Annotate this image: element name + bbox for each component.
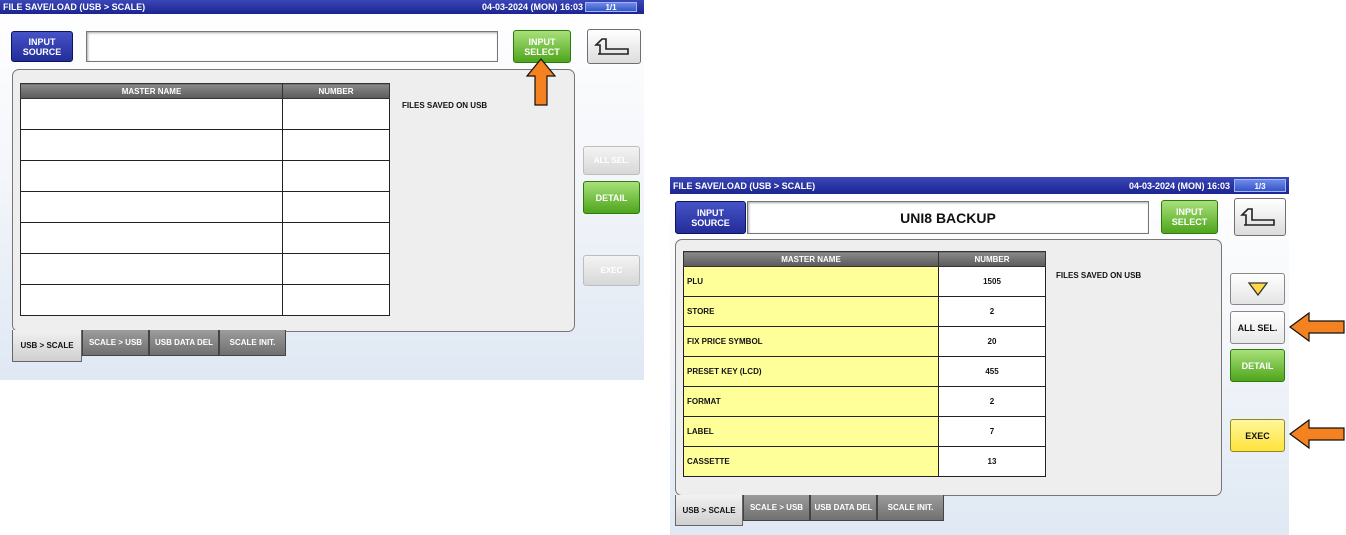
input-source-field[interactable] bbox=[86, 31, 498, 62]
orange-arrow-icon bbox=[1289, 419, 1345, 449]
table-row[interactable] bbox=[20, 222, 390, 254]
screen-usb-backup-list: FILE SAVE/LOAD (USB > SCALE) 04-03-2024 … bbox=[670, 177, 1289, 535]
window-title: FILE SAVE/LOAD (USB > SCALE) bbox=[3, 2, 146, 12]
master-name-cell bbox=[20, 191, 283, 223]
number-cell: 7 bbox=[938, 416, 1046, 447]
tab-scale-to-usb[interactable]: SCALE > USB bbox=[743, 495, 810, 521]
number-cell bbox=[282, 284, 390, 316]
all-select-button[interactable]: ALL SEL. bbox=[583, 146, 640, 175]
number-cell bbox=[282, 129, 390, 161]
tab-usb-data-del[interactable]: USB DATA DEL bbox=[149, 330, 219, 356]
number-cell bbox=[282, 160, 390, 192]
master-table: MASTER NAME NUMBER bbox=[20, 83, 390, 316]
table-row[interactable] bbox=[20, 253, 390, 285]
input-source-label: INPUT SOURCE bbox=[11, 31, 73, 62]
detail-button[interactable]: DETAIL bbox=[1230, 349, 1285, 382]
table-row[interactable]: FIX PRICE SYMBOL 20 bbox=[683, 326, 1046, 357]
page-indicator: 1/3 bbox=[1234, 179, 1286, 192]
number-cell bbox=[282, 222, 390, 254]
table-row[interactable] bbox=[20, 160, 390, 192]
exec-button[interactable]: EXEC bbox=[1230, 419, 1285, 452]
table-row[interactable]: FORMAT 2 bbox=[683, 386, 1046, 417]
triangle-down-icon bbox=[1247, 282, 1268, 297]
number-cell: 13 bbox=[938, 446, 1046, 477]
back-button[interactable] bbox=[1234, 198, 1286, 236]
column-header-number: NUMBER bbox=[938, 251, 1046, 267]
column-header-number: NUMBER bbox=[282, 83, 390, 99]
return-arrow-icon bbox=[594, 37, 629, 55]
master-name-cell bbox=[20, 284, 283, 316]
table-row[interactable] bbox=[20, 98, 390, 130]
back-button[interactable] bbox=[587, 29, 641, 64]
tab-bar: USB > SCALE SCALE > USB USB DATA DEL SCA… bbox=[675, 495, 944, 526]
table-row[interactable]: CASSETTE 13 bbox=[683, 446, 1046, 477]
number-cell bbox=[282, 253, 390, 285]
master-table: MASTER NAME NUMBER PLU 1505 STORE 2 FIX PR… bbox=[683, 251, 1046, 477]
tab-scale-init[interactable]: SCALE INIT. bbox=[877, 495, 944, 521]
table-row[interactable]: STORE 2 bbox=[683, 296, 1046, 327]
all-select-button[interactable]: ALL SEL. bbox=[1230, 311, 1285, 344]
input-source-field[interactable]: UNI8 BACKUP bbox=[747, 201, 1149, 234]
datetime: 04-03-2024 (MON) 16:03 bbox=[482, 2, 584, 12]
master-name-cell: FORMAT bbox=[683, 386, 939, 417]
tab-usb-data-del[interactable]: USB DATA DEL bbox=[810, 495, 877, 521]
table-row[interactable] bbox=[20, 191, 390, 223]
title-bar: FILE SAVE/LOAD (USB > SCALE) 04-03-2024 … bbox=[670, 177, 1289, 194]
table-row[interactable]: LABEL 7 bbox=[683, 416, 1046, 447]
files-saved-label: FILES SAVED ON USB bbox=[1056, 271, 1142, 280]
master-name-cell bbox=[20, 160, 283, 192]
master-name-cell bbox=[20, 98, 283, 130]
files-saved-label: FILES SAVED ON USB bbox=[402, 101, 488, 110]
table-row[interactable] bbox=[20, 129, 390, 161]
table-row[interactable]: PRESET KEY (LCD) 455 bbox=[683, 356, 1046, 387]
page-indicator: 1/1 bbox=[585, 2, 637, 12]
page-down-button[interactable] bbox=[1230, 273, 1285, 305]
table-row[interactable]: PLU 1505 bbox=[683, 266, 1046, 297]
orange-arrow-icon bbox=[1289, 312, 1345, 342]
tab-scale-to-usb[interactable]: SCALE > USB bbox=[82, 330, 149, 356]
number-cell: 2 bbox=[938, 296, 1046, 327]
tab-usb-to-scale[interactable]: USB > SCALE bbox=[12, 330, 82, 362]
number-cell: 2 bbox=[938, 386, 1046, 417]
master-name-cell: PLU bbox=[683, 266, 939, 297]
input-select-button[interactable]: INPUT SELECT bbox=[1161, 200, 1218, 234]
master-name-cell bbox=[20, 129, 283, 161]
number-cell bbox=[282, 98, 390, 130]
master-name-cell: CASSETTE bbox=[683, 446, 939, 477]
datetime: 04-03-2024 (MON) 16:03 bbox=[1129, 181, 1231, 191]
return-arrow-icon bbox=[1240, 208, 1275, 226]
detail-button[interactable]: DETAIL bbox=[583, 181, 640, 214]
number-cell: 455 bbox=[938, 356, 1046, 387]
number-cell: 20 bbox=[938, 326, 1046, 357]
number-cell bbox=[282, 191, 390, 223]
table-row[interactable] bbox=[20, 284, 390, 316]
column-header-master-name: MASTER NAME bbox=[20, 83, 283, 99]
window-title: FILE SAVE/LOAD (USB > SCALE) bbox=[673, 181, 816, 191]
screen-empty-list: FILE SAVE/LOAD (USB > SCALE) 04-03-2024 … bbox=[0, 0, 644, 380]
exec-button[interactable]: EXEC bbox=[583, 255, 640, 286]
master-name-cell: PRESET KEY (LCD) bbox=[683, 356, 939, 387]
tab-scale-init[interactable]: SCALE INIT. bbox=[219, 330, 286, 356]
master-name-cell: FIX PRICE SYMBOL bbox=[683, 326, 939, 357]
orange-arrow-icon bbox=[526, 58, 556, 106]
master-name-cell bbox=[20, 222, 283, 254]
tab-usb-to-scale[interactable]: USB > SCALE bbox=[675, 495, 743, 526]
number-cell: 1505 bbox=[938, 266, 1046, 297]
master-name-cell bbox=[20, 253, 283, 285]
master-name-cell: STORE bbox=[683, 296, 939, 327]
master-name-cell: LABEL bbox=[683, 416, 939, 447]
title-bar: FILE SAVE/LOAD (USB > SCALE) 04-03-2024 … bbox=[0, 0, 644, 14]
input-source-label: INPUT SOURCE bbox=[675, 201, 746, 234]
tab-bar: USB > SCALE SCALE > USB USB DATA DEL SCA… bbox=[12, 330, 286, 362]
column-header-master-name: MASTER NAME bbox=[683, 251, 939, 267]
